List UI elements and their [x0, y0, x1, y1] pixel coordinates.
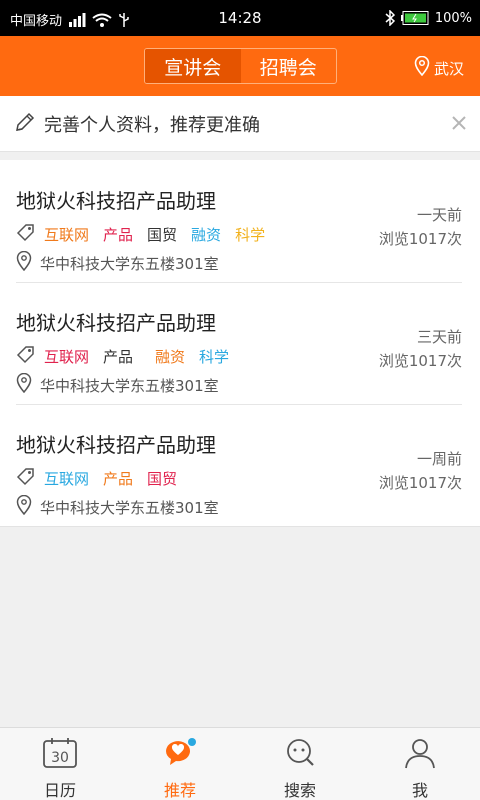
location-text: 华中科技大学东五楼301室 [40, 254, 219, 273]
bottom-nav: 30 日历 推荐 搜索 我 [0, 727, 480, 800]
tag: 国贸 [147, 469, 178, 488]
tag: 产品 [103, 225, 134, 244]
tag-icon [16, 222, 36, 246]
posted-time: 一天前 [416, 206, 462, 224]
location-pin-icon [16, 372, 32, 397]
segmented-control: 宣讲会 招聘会 [144, 48, 337, 84]
posted-time: 三天前 [416, 328, 462, 346]
app-header: 宣讲会 招聘会 武汉 [0, 36, 480, 96]
tag: 科学 [235, 225, 266, 244]
close-icon[interactable] [450, 114, 468, 136]
location-pin-icon [414, 55, 430, 80]
nav-search[interactable]: 搜索 [240, 728, 360, 800]
person-icon [402, 737, 438, 773]
item-title: 地狱火科技招产品助理 [16, 433, 216, 457]
item-title: 地狱火科技招产品助理 [16, 189, 216, 213]
city-label: 武汉 [433, 59, 464, 78]
calendar-day: 30 [51, 750, 69, 766]
nav-label-me: 我 [411, 781, 428, 800]
list-item[interactable]: 地狱火科技招产品助理 互联网 产品 国贸 华中科技大学东五楼301室 一周前 浏… [0, 404, 480, 526]
tab-seminar[interactable]: 宣讲会 [145, 49, 241, 83]
tag: 国贸 [147, 225, 178, 244]
posted-time: 一周前 [416, 450, 462, 468]
city-selector[interactable]: 武汉 [414, 55, 464, 80]
location-row: 华中科技大学东五楼301室 [16, 372, 219, 397]
location-pin-icon [16, 494, 32, 519]
location-row: 华中科技大学东五楼301室 [16, 494, 219, 519]
nav-label-search: 搜索 [283, 781, 316, 800]
recommendation-list: 地狱火科技招产品助理 互联网 产品 国贸 融资 科学 华中科技大学东五楼301室… [0, 160, 480, 527]
location-text: 华中科技大学东五楼301室 [40, 376, 219, 395]
nav-calendar[interactable]: 30 日历 [0, 728, 120, 800]
battery-icon [400, 11, 429, 25]
tag-icon [16, 466, 36, 490]
nav-me[interactable]: 我 [360, 728, 480, 800]
view-count: 浏览1017次 [378, 474, 462, 492]
nav-recommend[interactable]: 推荐 [120, 728, 240, 800]
bluetooth-icon [385, 10, 395, 26]
tag-row: 互联网 产品 国贸 [16, 466, 191, 490]
tag: 互联网 [44, 469, 90, 488]
view-count: 浏览1017次 [378, 230, 462, 248]
list-item[interactable]: 地狱火科技招产品助理 互联网 产品 融资 科学 华中科技大学东五楼301室 三天… [0, 282, 480, 404]
nav-label-recommend: 推荐 [163, 781, 196, 800]
nav-label-calendar: 日历 [43, 781, 76, 800]
tag: 融资 [155, 347, 186, 366]
heart-chat-icon [162, 737, 198, 773]
tag-row: 互联网 产品 融资 科学 [16, 344, 243, 368]
search-face-icon [282, 737, 318, 773]
calendar-icon: 30 [42, 737, 78, 773]
profile-tip-text: 完善个人资料，推荐更准确 [44, 114, 260, 136]
location-row: 华中科技大学东五楼301室 [16, 250, 219, 275]
profile-tip-banner[interactable]: 完善个人资料，推荐更准确 [0, 96, 480, 152]
view-count: 浏览1017次 [378, 352, 462, 370]
tab-job-fair[interactable]: 招聘会 [241, 49, 337, 83]
item-title: 地狱火科技招产品助理 [16, 311, 216, 335]
tag-row: 互联网 产品 国贸 融资 科学 [16, 222, 279, 246]
pencil-icon [14, 111, 36, 137]
tag: 互联网 [44, 225, 90, 244]
tag: 科学 [199, 347, 230, 366]
battery-level: 100% [434, 10, 472, 26]
location-pin-icon [16, 250, 32, 275]
tag: 产品 [103, 347, 134, 366]
tag: 融资 [191, 225, 222, 244]
tag-icon [16, 344, 36, 368]
location-text: 华中科技大学东五楼301室 [40, 498, 219, 517]
list-item[interactable]: 地狱火科技招产品助理 互联网 产品 国贸 融资 科学 华中科技大学东五楼301室… [0, 160, 480, 282]
tag: 互联网 [44, 347, 90, 366]
tag: 产品 [103, 469, 134, 488]
status-bar: 中国移动 14:28 100% [0, 0, 480, 36]
